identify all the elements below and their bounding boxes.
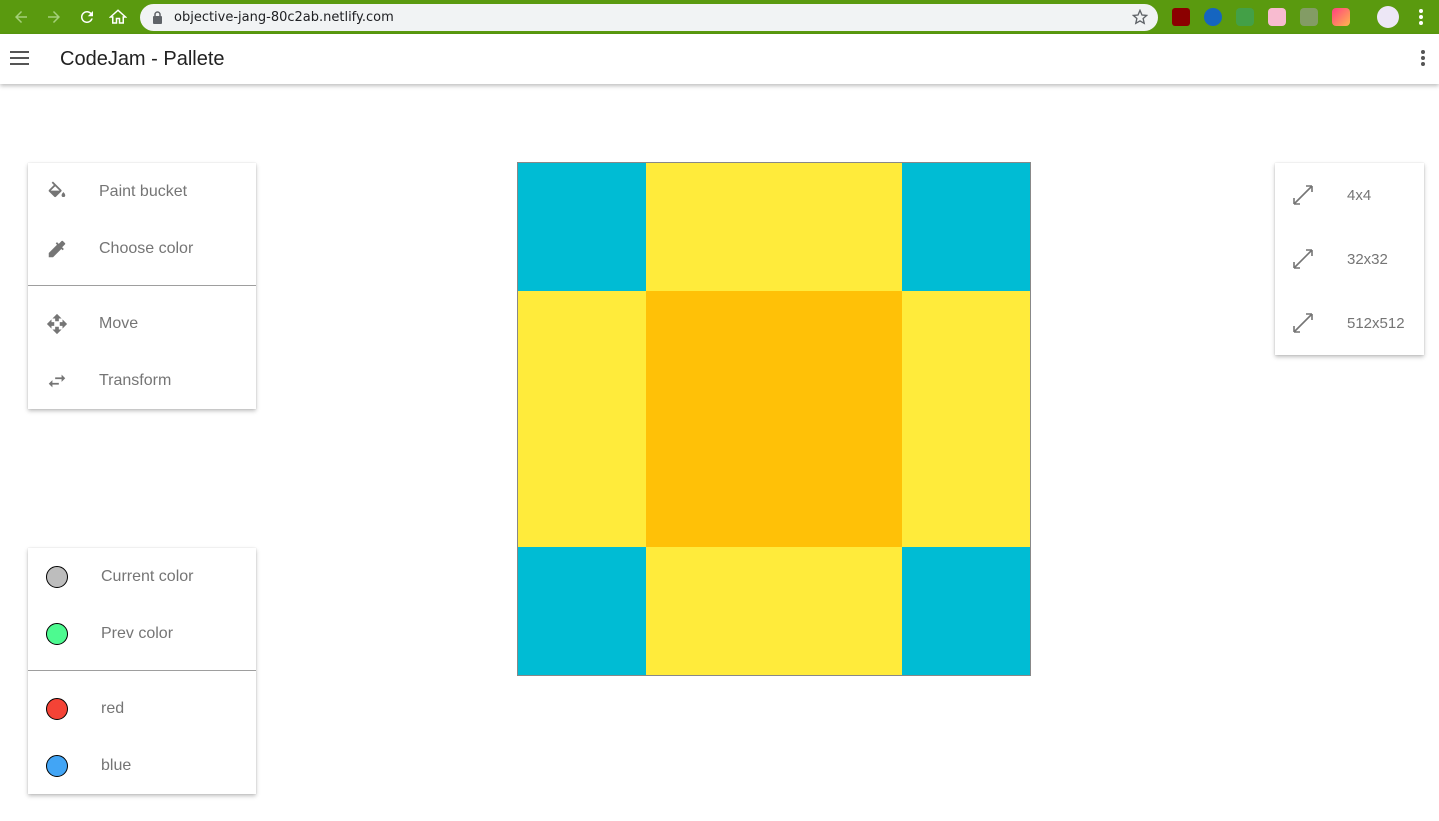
extension-icon[interactable] [1300, 8, 1318, 26]
tools-panel: Paint bucket Choose color Move Transform [28, 163, 256, 409]
extension-icon[interactable] [1268, 8, 1286, 26]
canvas-cell[interactable] [902, 291, 1030, 547]
paint-bucket-icon [45, 180, 69, 204]
tool-label: Choose color [99, 239, 194, 257]
arrow-left-icon [15, 11, 27, 23]
url-text: objective-jang-80c2ab.netlify.com [174, 10, 394, 25]
profile-avatar[interactable] [1377, 6, 1399, 28]
shield-extension-icon[interactable] [1236, 8, 1254, 26]
color-label: red [101, 699, 125, 717]
move-icon [45, 312, 69, 336]
size-panel: 4x4 32x32 512x512 [1275, 163, 1424, 355]
divider [28, 285, 256, 286]
colors-panel: Current color Prev color red blue [28, 548, 256, 794]
lock-icon [153, 11, 162, 24]
tool-move[interactable]: Move [28, 295, 256, 352]
color-swatch-wrap [45, 697, 69, 721]
eyedropper-icon [45, 237, 69, 261]
resize-icon [1291, 247, 1315, 271]
canvas-cell[interactable] [646, 547, 902, 675]
divider [28, 670, 256, 671]
color-swatch-wrap [45, 565, 69, 589]
color-label: Prev color [101, 624, 174, 642]
tool-choose-color[interactable]: Choose color [28, 220, 256, 277]
canvas-cell[interactable] [902, 547, 1030, 675]
color-swatch-wrap [45, 622, 69, 646]
size-option-32x32[interactable]: 32x32 [1275, 231, 1424, 287]
transform-icon [45, 369, 69, 393]
drawing-canvas[interactable] [517, 162, 1031, 676]
page-title: CodeJam - Pallete [60, 48, 225, 70]
size-option-512x512[interactable]: 512x512 [1275, 295, 1424, 351]
browser-toolbar: objective-jang-80c2ab.netlify.com [0, 0, 1439, 34]
tool-paint-bucket[interactable]: Paint bucket [28, 163, 256, 220]
arrow-right-icon [48, 11, 60, 23]
prev-color-item[interactable]: Prev color [28, 605, 256, 662]
tool-label: Move [99, 314, 139, 332]
canvas-cell[interactable] [646, 291, 902, 547]
size-label: 4x4 [1347, 186, 1372, 204]
home-button[interactable] [106, 5, 130, 29]
home-icon [109, 9, 127, 24]
app-bar: CodeJam - Pallete [0, 34, 1439, 84]
tool-label: Paint bucket [99, 182, 188, 200]
red-swatch [46, 697, 68, 720]
current-color-swatch [46, 565, 68, 588]
color-label: blue [101, 756, 132, 774]
star-icon [1132, 9, 1148, 25]
size-label: 32x32 [1347, 250, 1388, 268]
resize-icon [1291, 183, 1315, 207]
preset-color-blue[interactable]: blue [28, 737, 256, 794]
size-option-4x4[interactable]: 4x4 [1275, 167, 1424, 223]
reload-button[interactable] [75, 5, 99, 29]
address-bar[interactable]: objective-jang-80c2ab.netlify.com [140, 4, 1158, 31]
color-label: Current color [101, 567, 194, 585]
resize-icon [1291, 311, 1315, 335]
tool-transform[interactable]: Transform [28, 352, 256, 409]
hamburger-menu-icon[interactable] [10, 51, 29, 65]
canvas-cell[interactable] [518, 291, 646, 547]
browser-menu-icon[interactable] [1419, 9, 1423, 25]
prev-color-swatch [46, 622, 68, 645]
forward-button[interactable] [42, 5, 66, 29]
more-vert-icon[interactable] [1421, 50, 1425, 66]
extension-icon[interactable] [1332, 8, 1350, 26]
canvas-cell[interactable] [646, 163, 902, 291]
canvas-cell[interactable] [902, 163, 1030, 291]
size-label: 512x512 [1347, 314, 1405, 332]
blue-swatch [46, 754, 68, 777]
canvas-cell[interactable] [518, 547, 646, 675]
canvas-cell[interactable] [518, 163, 646, 291]
reload-icon [80, 10, 93, 23]
tool-label: Transform [99, 371, 172, 389]
preset-color-red[interactable]: red [28, 680, 256, 737]
current-color-item[interactable]: Current color [28, 548, 256, 605]
back-button[interactable] [9, 5, 33, 29]
ublock-extension-icon[interactable] [1172, 8, 1190, 26]
extension-icon[interactable] [1204, 8, 1222, 26]
color-swatch-wrap [45, 754, 69, 778]
